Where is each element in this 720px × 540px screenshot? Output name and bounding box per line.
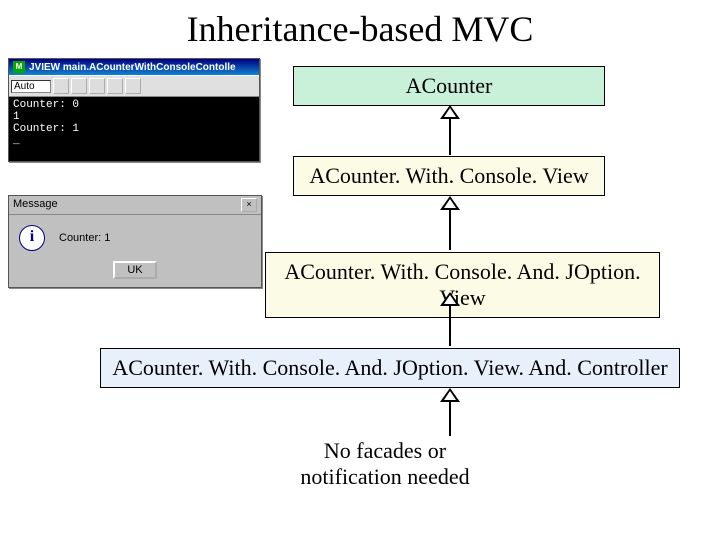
toolbar-button[interactable] <box>107 78 123 94</box>
class-box-with-console-view: ACounter. With. Console. View <box>293 156 605 196</box>
inheritance-arrow <box>435 292 465 346</box>
message-dialog: Message × i Counter: 1 UK <box>8 195 262 288</box>
caption: No facades or notification needed <box>235 438 535 490</box>
class-box-acounter: ACounter <box>293 66 605 106</box>
console-titlebar: M JVIEW main.ACounterWithConsoleContolle <box>9 59 259 75</box>
ok-button[interactable]: UK <box>113 261 156 279</box>
ms-dos-icon: M <box>13 61 25 73</box>
dialog-titlebar: Message × <box>9 196 261 215</box>
console-title-text: JVIEW main.ACounterWithConsoleContolle <box>29 62 255 73</box>
toolbar-button[interactable] <box>89 78 105 94</box>
console-output: Counter: 0 1 Counter: 1 _ <box>9 97 259 161</box>
inheritance-arrow <box>435 388 465 436</box>
toolbar-button[interactable] <box>53 78 69 94</box>
font-size-combo[interactable]: Auto <box>11 80 51 93</box>
close-icon[interactable]: × <box>241 198 257 212</box>
info-icon: i <box>19 225 45 251</box>
class-box-with-controller: ACounter. With. Console. And. JOption. V… <box>100 348 680 388</box>
inheritance-arrow <box>435 196 465 250</box>
caption-line: No facades or <box>235 438 535 464</box>
console-toolbar: Auto <box>9 75 259 97</box>
inheritance-arrow <box>435 105 465 155</box>
toolbar-button[interactable] <box>125 78 141 94</box>
slide-title: Inheritance-based MVC <box>0 8 720 50</box>
caption-line: notification needed <box>235 464 535 490</box>
toolbar-button[interactable] <box>71 78 87 94</box>
dialog-message: Counter: 1 <box>59 232 110 244</box>
dialog-title-text: Message <box>13 198 58 212</box>
console-window: M JVIEW main.ACounterWithConsoleContolle… <box>8 58 260 162</box>
